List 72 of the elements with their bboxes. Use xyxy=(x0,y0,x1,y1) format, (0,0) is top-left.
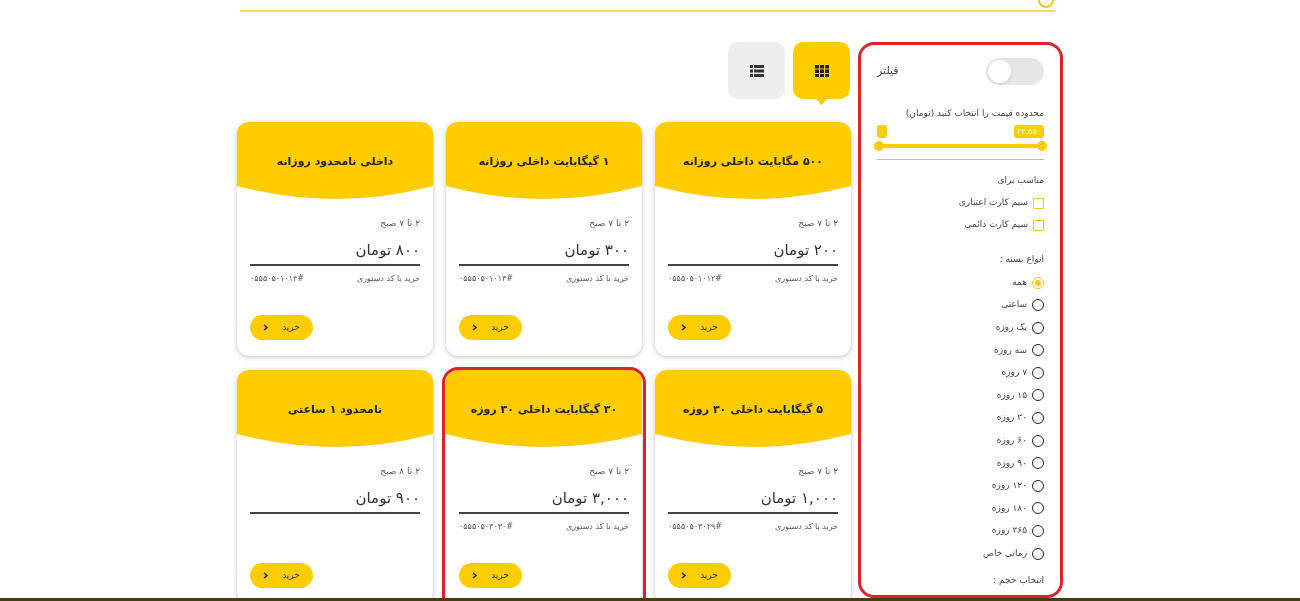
time-text: ۲ تا ۸ صبح xyxy=(379,465,420,478)
price-text: ۹۰۰ تومان xyxy=(250,486,420,514)
buy-button[interactable]: خرید xyxy=(459,563,522,588)
code-label: خرید با کد دستوری xyxy=(774,521,838,533)
buy-button[interactable]: خرید xyxy=(668,315,731,340)
code-label: خرید با کد دستوری xyxy=(565,273,629,285)
radio-label: ساعتی xyxy=(1001,298,1027,312)
code-label: خرید با کد دستوری xyxy=(356,273,420,285)
section-label: انواع بسته : xyxy=(998,253,1044,266)
pointer-triangle xyxy=(816,99,827,105)
grid-icon xyxy=(814,64,829,77)
radio-label: ۶۰ روزه xyxy=(996,433,1027,447)
radio-label: ۱۲۰ روزه xyxy=(991,479,1027,493)
checkbox[interactable] xyxy=(1033,219,1044,231)
filter-label: فیلتر xyxy=(877,62,899,79)
price-text: ۱,۰۰۰ تومان xyxy=(668,486,838,514)
chevron-icon xyxy=(681,572,687,579)
card-title: نامحدود ۱ ساعتی xyxy=(286,402,384,418)
code-label: خرید با کد دستوری xyxy=(565,521,629,533)
slider-thumb[interactable] xyxy=(874,140,884,151)
card-title: ۳۰ گیگابایت داخلی ۳۰ روزه xyxy=(469,402,619,418)
price-text: ۸۰۰ تومان xyxy=(250,238,420,266)
buy-button[interactable]: خرید xyxy=(459,315,522,340)
time-text: ۲ تا ۷ صبح xyxy=(379,217,420,230)
filter-toggle[interactable] xyxy=(986,57,1044,85)
card-title: ۱ گیگابایت داخلی روزانه xyxy=(477,154,611,170)
ussd-code: ۰۵۵۵۰۵۰۱۰۱۲# xyxy=(668,273,722,285)
time-text: ۲ تا ۷ صبح xyxy=(588,465,629,478)
section-label: انتخاب حجم : xyxy=(992,573,1044,587)
radio-label: ۱۸۰ روزه xyxy=(991,501,1027,515)
card-title: داخلی نامحدود روزانه xyxy=(275,154,395,170)
radio-label: سه روزه xyxy=(994,343,1027,357)
chevron-icon xyxy=(263,572,269,579)
chevron-icon xyxy=(472,324,478,331)
ussd-code: ۰۵۵۵۰۵۰۳۰۲۹# xyxy=(668,521,722,533)
radio-label: ۹۰ روزه xyxy=(996,456,1027,470)
chevron-icon xyxy=(681,324,687,331)
slider-thumb[interactable] xyxy=(1037,140,1047,151)
radio-label: همه xyxy=(1012,275,1027,289)
time-text: ۲ تا ۷ صبح xyxy=(588,217,629,230)
checkbox-label: سیم کارت اعتباری xyxy=(958,196,1028,210)
price-text: ۳۰۰ تومان xyxy=(459,238,629,266)
radio-label: یک روزه xyxy=(995,320,1027,334)
radio-label: ۳۰ روزه xyxy=(996,411,1027,425)
radio-label: ۷ روزه xyxy=(1001,366,1027,380)
checkbox-label: سیم کارت دائمی xyxy=(964,218,1028,232)
price-range-label: محدوده قیمت را انتخاب کنید (تومان) xyxy=(904,107,1044,120)
radio-label: ۱۵ روزه xyxy=(996,388,1027,402)
buy-button[interactable]: خرید xyxy=(668,563,731,588)
buy-button[interactable]: خرید xyxy=(250,315,313,340)
radio-label: ۳۶۵ روزه xyxy=(991,524,1027,538)
card-title: ۵۰۰ مگابایت داخلی روزانه xyxy=(681,154,825,170)
checkbox[interactable] xyxy=(1033,197,1044,209)
card-title: ۵ گیگابایت داخلی ۳۰ روزه xyxy=(682,402,824,418)
radio-label: زمانی خاص xyxy=(983,546,1027,560)
ussd-code: ۰۵۵۵۰۵۰۳۰۳۰# xyxy=(459,521,513,533)
min-value-badge: ۰ xyxy=(877,124,888,138)
price-text: ۳,۰۰۰ تومان xyxy=(459,486,629,514)
time-text: ۲ تا ۷ صبح xyxy=(797,465,838,478)
list-icon xyxy=(749,64,764,77)
time-text: ۲ تا ۷ صبح xyxy=(797,217,838,230)
ussd-code: ۰۵۵۵۰۵۰۱۰۱۳# xyxy=(459,273,513,285)
price-text: ۲۰۰ تومان xyxy=(668,238,838,266)
section-label: مناسب برای xyxy=(996,173,1044,187)
max-value-badge: ۲۲,۵۵۰ xyxy=(1013,124,1044,138)
view-toggle-button[interactable] xyxy=(793,42,850,99)
code-label: خرید با کد دستوری xyxy=(774,273,838,285)
ussd-code: ۰۵۵۵۰۵۰۱۰۱۴# xyxy=(250,273,304,285)
buy-button[interactable]: خرید xyxy=(250,563,313,588)
view-toggle-button[interactable] xyxy=(728,42,785,99)
chevron-icon xyxy=(472,572,478,579)
chevron-icon xyxy=(263,324,269,331)
